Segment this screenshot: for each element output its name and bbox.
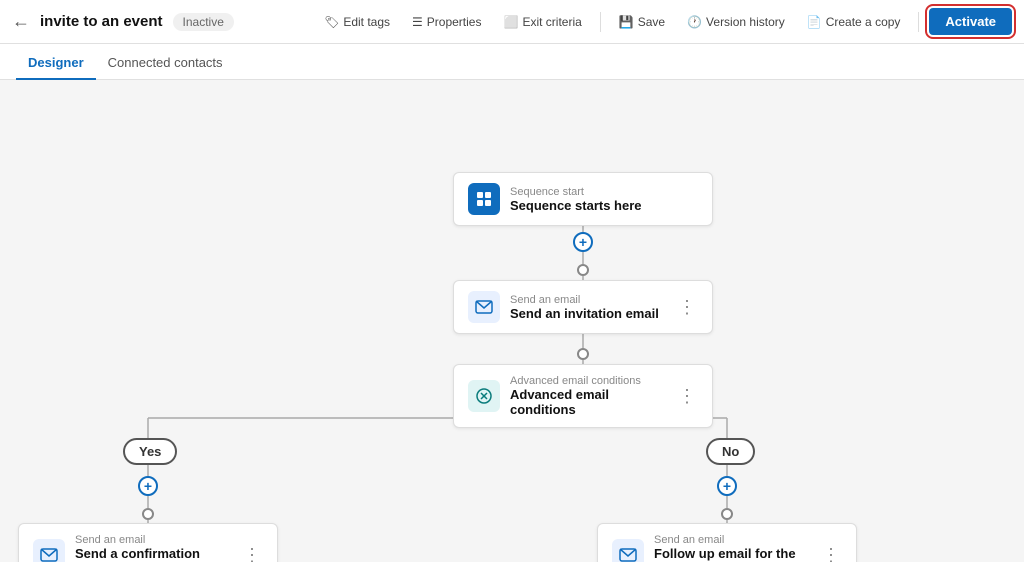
advanced-conditions-1-icon bbox=[468, 380, 500, 412]
version-history-label: Version history bbox=[706, 15, 785, 29]
create-copy-button[interactable]: 📄 Create a copy bbox=[799, 11, 909, 33]
send-email-no-icon bbox=[612, 539, 644, 562]
send-email-1-icon bbox=[468, 291, 500, 323]
send-email-1-menu[interactable]: ⋮ bbox=[676, 297, 698, 318]
send-email-yes-icon bbox=[33, 539, 65, 562]
status-badge: Inactive bbox=[173, 13, 234, 31]
send-email-yes-title: Send a confirmation email bbox=[75, 546, 231, 562]
edit-tags-icon: 🏷 bbox=[324, 15, 339, 29]
version-history-icon: 🕐 bbox=[687, 15, 702, 29]
topbar: ← invite to an event Inactive 🏷 Edit tag… bbox=[0, 0, 1024, 44]
send-email-1-content: Send an email Send an invitation email bbox=[510, 294, 666, 321]
create-copy-icon: 📄 bbox=[807, 15, 822, 29]
advanced-conditions-1-menu[interactable]: ⋮ bbox=[676, 386, 698, 407]
circle-dot-no-1 bbox=[721, 508, 733, 520]
send-email-yes-menu[interactable]: ⋮ bbox=[241, 545, 263, 562]
add-button-no-1[interactable]: + bbox=[717, 476, 737, 496]
circle-dot-2 bbox=[577, 348, 589, 360]
tabbar: Designer Connected contacts bbox=[0, 44, 1024, 80]
no-branch-oval: No bbox=[706, 438, 755, 465]
send-email-1-label: Send an email bbox=[510, 294, 666, 306]
send-email-yes-node: Send an email Send a confirmation email … bbox=[18, 523, 278, 562]
save-button[interactable]: 💾 Save bbox=[611, 11, 673, 33]
exit-criteria-button[interactable]: ⬜ Exit criteria bbox=[495, 11, 589, 33]
send-email-1-node: Send an email Send an invitation email ⋮ bbox=[453, 280, 713, 334]
create-copy-label: Create a copy bbox=[826, 15, 901, 29]
circle-dot-1 bbox=[577, 264, 589, 276]
sequence-start-content: Sequence start Sequence starts here bbox=[510, 186, 698, 213]
circle-dot-yes-1 bbox=[142, 508, 154, 520]
sequence-start-label: Sequence start bbox=[510, 186, 698, 198]
advanced-conditions-1-title: Advanced email conditions bbox=[510, 387, 666, 417]
topbar-left: ← invite to an event Inactive bbox=[12, 11, 234, 32]
edit-tags-button[interactable]: 🏷 Edit tags bbox=[316, 11, 398, 33]
properties-button[interactable]: ☰ Properties bbox=[404, 11, 489, 33]
save-icon: 💾 bbox=[619, 15, 634, 29]
advanced-conditions-1-label: Advanced email conditions bbox=[510, 375, 666, 387]
sequence-start-node: Sequence start Sequence starts here bbox=[453, 172, 713, 226]
save-label: Save bbox=[638, 15, 665, 29]
send-email-1-title: Send an invitation email bbox=[510, 306, 666, 321]
sequence-start-icon bbox=[468, 183, 500, 215]
send-email-no-label: Send an email bbox=[654, 534, 810, 546]
send-email-no-menu[interactable]: ⋮ bbox=[820, 545, 842, 562]
page-title: invite to an event bbox=[40, 13, 163, 30]
separator-2 bbox=[918, 12, 919, 32]
yes-branch-oval: Yes bbox=[123, 438, 177, 465]
tab-connected-contacts[interactable]: Connected contacts bbox=[96, 47, 235, 80]
separator-1 bbox=[600, 12, 601, 32]
exit-criteria-label: Exit criteria bbox=[522, 15, 581, 29]
properties-label: Properties bbox=[427, 15, 482, 29]
send-email-no-content: Send an email Follow up email for the ev… bbox=[654, 534, 810, 562]
designer-canvas: Sequence start Sequence starts here + Se… bbox=[0, 80, 1024, 562]
activate-button[interactable]: Activate bbox=[929, 8, 1012, 35]
advanced-conditions-1-content: Advanced email conditions Advanced email… bbox=[510, 375, 666, 417]
send-email-no-node: Send an email Follow up email for the ev… bbox=[597, 523, 857, 562]
send-email-yes-content: Send an email Send a confirmation email bbox=[75, 534, 231, 562]
sequence-start-title: Sequence starts here bbox=[510, 198, 698, 213]
edit-tags-label: Edit tags bbox=[343, 15, 390, 29]
add-button-1[interactable]: + bbox=[573, 232, 593, 252]
properties-icon: ☰ bbox=[412, 15, 423, 29]
version-history-button[interactable]: 🕐 Version history bbox=[679, 11, 793, 33]
back-button[interactable]: ← bbox=[12, 11, 30, 32]
add-button-yes-1[interactable]: + bbox=[138, 476, 158, 496]
advanced-conditions-1-node: Advanced email conditions Advanced email… bbox=[453, 364, 713, 428]
send-email-no-title: Follow up email for the event bbox=[654, 546, 810, 562]
exit-criteria-icon: ⬜ bbox=[503, 15, 518, 29]
send-email-yes-label: Send an email bbox=[75, 534, 231, 546]
topbar-right: 🏷 Edit tags ☰ Properties ⬜ Exit criteria… bbox=[316, 8, 1012, 35]
tab-designer[interactable]: Designer bbox=[16, 47, 96, 80]
